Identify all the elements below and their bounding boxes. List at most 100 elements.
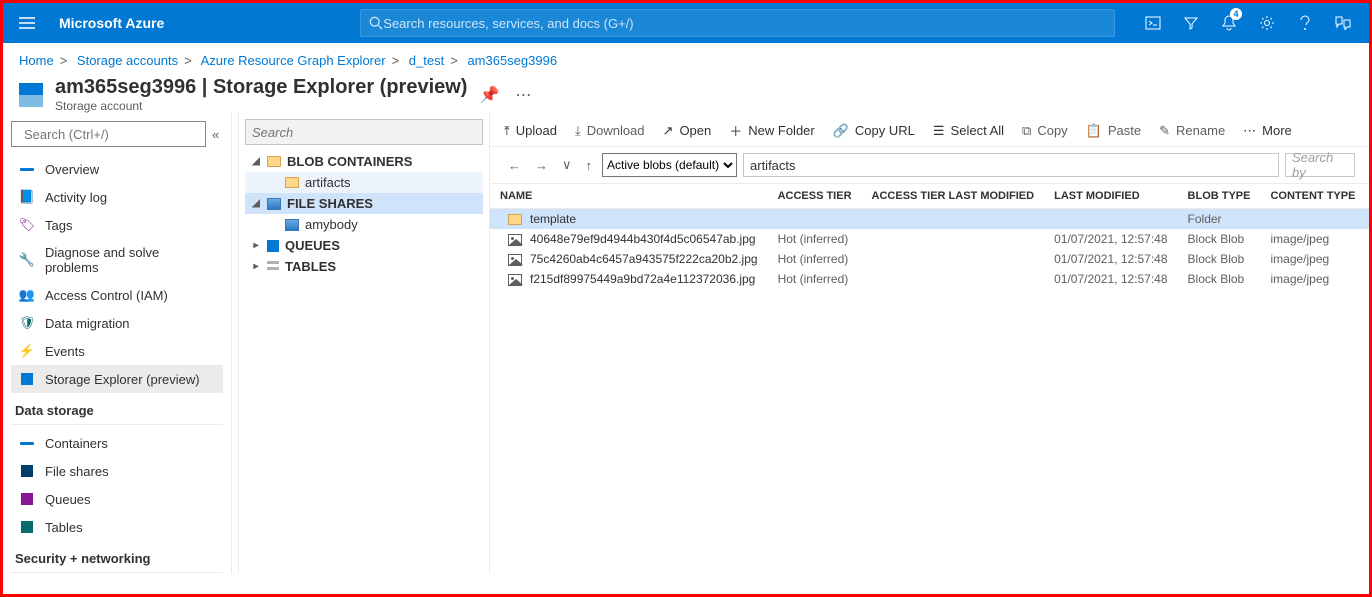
view-filter-select[interactable]: Active blobs (default) <box>602 153 737 177</box>
global-search-input[interactable] <box>383 16 1106 31</box>
nav-item-containers[interactable]: Containers <box>11 429 223 457</box>
table-row[interactable]: f215df89975449a9bd72a4e112372036.jpgHot … <box>490 269 1369 289</box>
content-panel: ⤒Upload ⤓Download ↗Open ＋New Folder 🔗Cop… <box>489 113 1369 574</box>
open-button[interactable]: ↗Open <box>663 123 712 139</box>
cloud-shell-icon[interactable] <box>1135 3 1171 43</box>
table-row[interactable]: 75c4260ab4c6457a943575f222ca20b2.jpgHot … <box>490 249 1369 269</box>
more-icon[interactable]: ⋯ <box>515 85 531 105</box>
cell-atlm <box>862 229 1045 249</box>
breadcrumb-link[interactable]: Azure Resource Graph Explorer <box>201 53 386 68</box>
folder-icon <box>285 177 299 188</box>
column-header[interactable]: SIZE <box>1365 184 1369 209</box>
column-header[interactable]: ACCESS TIER LAST MODIFIED <box>862 184 1045 209</box>
splitter[interactable] <box>231 113 239 574</box>
table-row[interactable]: templateFolder <box>490 209 1369 230</box>
column-header[interactable]: ACCESS TIER <box>768 184 862 209</box>
cell-modified: 01/07/2021, 12:57:48 <box>1044 269 1177 289</box>
nav-label: Tables <box>45 520 83 535</box>
select-all-button[interactable]: ☰Select All <box>933 123 1004 139</box>
selectall-icon: ☰ <box>933 123 945 139</box>
cell-content-type: image/jpeg <box>1260 229 1365 249</box>
nav-item-tags[interactable]: 🏷Tags <box>11 211 223 239</box>
cell-atlm <box>862 269 1045 289</box>
nav-item-overview[interactable]: Overview <box>11 155 223 183</box>
settings-icon[interactable] <box>1249 3 1285 43</box>
nav-forward-icon[interactable]: → <box>531 158 552 173</box>
cell-content-type <box>1260 209 1365 230</box>
nav-label: File shares <box>45 464 109 479</box>
hamburger-menu[interactable] <box>11 3 43 43</box>
download-button[interactable]: ⤓Download <box>575 123 645 139</box>
breadcrumb-link[interactable]: Storage accounts <box>77 53 178 68</box>
image-file-icon <box>508 274 522 286</box>
nav-label: Queues <box>45 492 91 507</box>
cell-size <box>1365 209 1369 230</box>
tree-label: QUEUES <box>285 238 340 253</box>
tree-item-artifacts[interactable]: artifacts <box>245 172 483 193</box>
tree-item-amybody[interactable]: amybody <box>245 214 483 235</box>
nav-item-file-shares[interactable]: File shares <box>11 457 223 485</box>
cell-modified: 01/07/2021, 12:57:48 <box>1044 249 1177 269</box>
nav-item-diagnose-and-solve-problems[interactable]: 🔧Diagnose and solve problems <box>11 239 223 281</box>
column-header[interactable]: CONTENT TYPE <box>1260 184 1365 209</box>
global-search[interactable] <box>360 9 1115 37</box>
new-folder-button[interactable]: ＋New Folder <box>729 121 814 140</box>
nav-down-icon[interactable]: ∨ <box>558 157 576 173</box>
paste-button[interactable]: 📋Paste <box>1086 123 1141 139</box>
copy-icon: ⧉ <box>1022 123 1031 139</box>
tree-label: TABLES <box>285 259 336 274</box>
more-button[interactable]: ⋯More <box>1243 123 1292 139</box>
cell-blob-type: Folder <box>1178 209 1261 230</box>
pin-icon[interactable]: 📌 <box>479 85 499 105</box>
image-file-icon <box>508 254 522 266</box>
cell-size: 334.2 KB <box>1365 229 1369 249</box>
directory-filter-icon[interactable] <box>1173 3 1209 43</box>
nav-label: Diagnose and solve problems <box>45 245 215 275</box>
menu-search-input[interactable] <box>24 127 200 142</box>
upload-icon: ⤒ <box>504 123 510 139</box>
cell-name: 75c4260ab4c6457a943575f222ca20b2.jpg <box>490 249 768 269</box>
nav-up-icon[interactable]: ↑ <box>582 158 597 173</box>
nav-item-storage-explorer-preview-[interactable]: Storage Explorer (preview) <box>11 365 223 393</box>
cell-size: 335.4 KB <box>1365 249 1369 269</box>
breadcrumb-link[interactable]: d_test <box>409 53 444 68</box>
breadcrumb-link[interactable]: Home <box>19 53 54 68</box>
nav-back-icon[interactable]: ← <box>504 158 525 173</box>
cell-access-tier <box>768 209 862 230</box>
nav-item-tables[interactable]: Tables <box>11 513 223 541</box>
cell-name: f215df89975449a9bd72a4e112372036.jpg <box>490 269 768 289</box>
path-input[interactable]: artifacts <box>743 153 1279 177</box>
open-icon: ↗ <box>663 123 674 139</box>
nav-item-activity-log[interactable]: 📘Activity log <box>11 183 223 211</box>
tree-blob-containers[interactable]: ◢BLOB CONTAINERS <box>245 151 483 172</box>
tree-panel: ◢BLOB CONTAINERS artifacts ◢FILE SHARES … <box>239 113 489 574</box>
upload-button[interactable]: ⤒Upload <box>504 123 557 139</box>
help-icon[interactable] <box>1287 3 1323 43</box>
nav-item-access-control-iam-[interactable]: 👥Access Control (IAM) <box>11 281 223 309</box>
menu-search[interactable] <box>11 121 206 147</box>
section-security-networking: Security + networking <box>11 541 223 573</box>
tree-queues[interactable]: ▸QUEUES <box>245 235 483 256</box>
copy-url-button[interactable]: 🔗Copy URL <box>833 123 915 139</box>
copy-button[interactable]: ⧉Copy <box>1022 123 1068 139</box>
tree-tables[interactable]: ▸TABLES <box>245 256 483 277</box>
notifications-icon[interactable]: 4 <box>1211 3 1247 43</box>
breadcrumb-link[interactable]: am365seg3996 <box>467 53 557 68</box>
link-icon: 🔗 <box>833 123 849 139</box>
nav-label: Events <box>45 344 85 359</box>
tree-file-shares[interactable]: ◢FILE SHARES <box>245 193 483 214</box>
column-header[interactable]: BLOB TYPE <box>1178 184 1261 209</box>
tree-search[interactable] <box>245 119 483 145</box>
table-row[interactable]: 40648e79ef9d4944b430f4d5c06547ab.jpgHot … <box>490 229 1369 249</box>
nav-item-events[interactable]: ⚡Events <box>11 337 223 365</box>
column-header[interactable]: LAST MODIFIED <box>1044 184 1177 209</box>
nav-item-queues[interactable]: Queues <box>11 485 223 513</box>
column-header[interactable]: NAME <box>490 184 768 209</box>
nav-item-data-migration[interactable]: 🛡Data migration <box>11 309 223 337</box>
tree-search-input[interactable] <box>252 125 476 140</box>
rename-button[interactable]: ✎Rename <box>1159 123 1225 139</box>
list-search[interactable]: Search by <box>1285 153 1355 177</box>
feedback-icon[interactable] <box>1325 3 1361 43</box>
collapse-menu-icon[interactable]: « <box>212 127 219 142</box>
storage-account-icon <box>19 83 43 107</box>
